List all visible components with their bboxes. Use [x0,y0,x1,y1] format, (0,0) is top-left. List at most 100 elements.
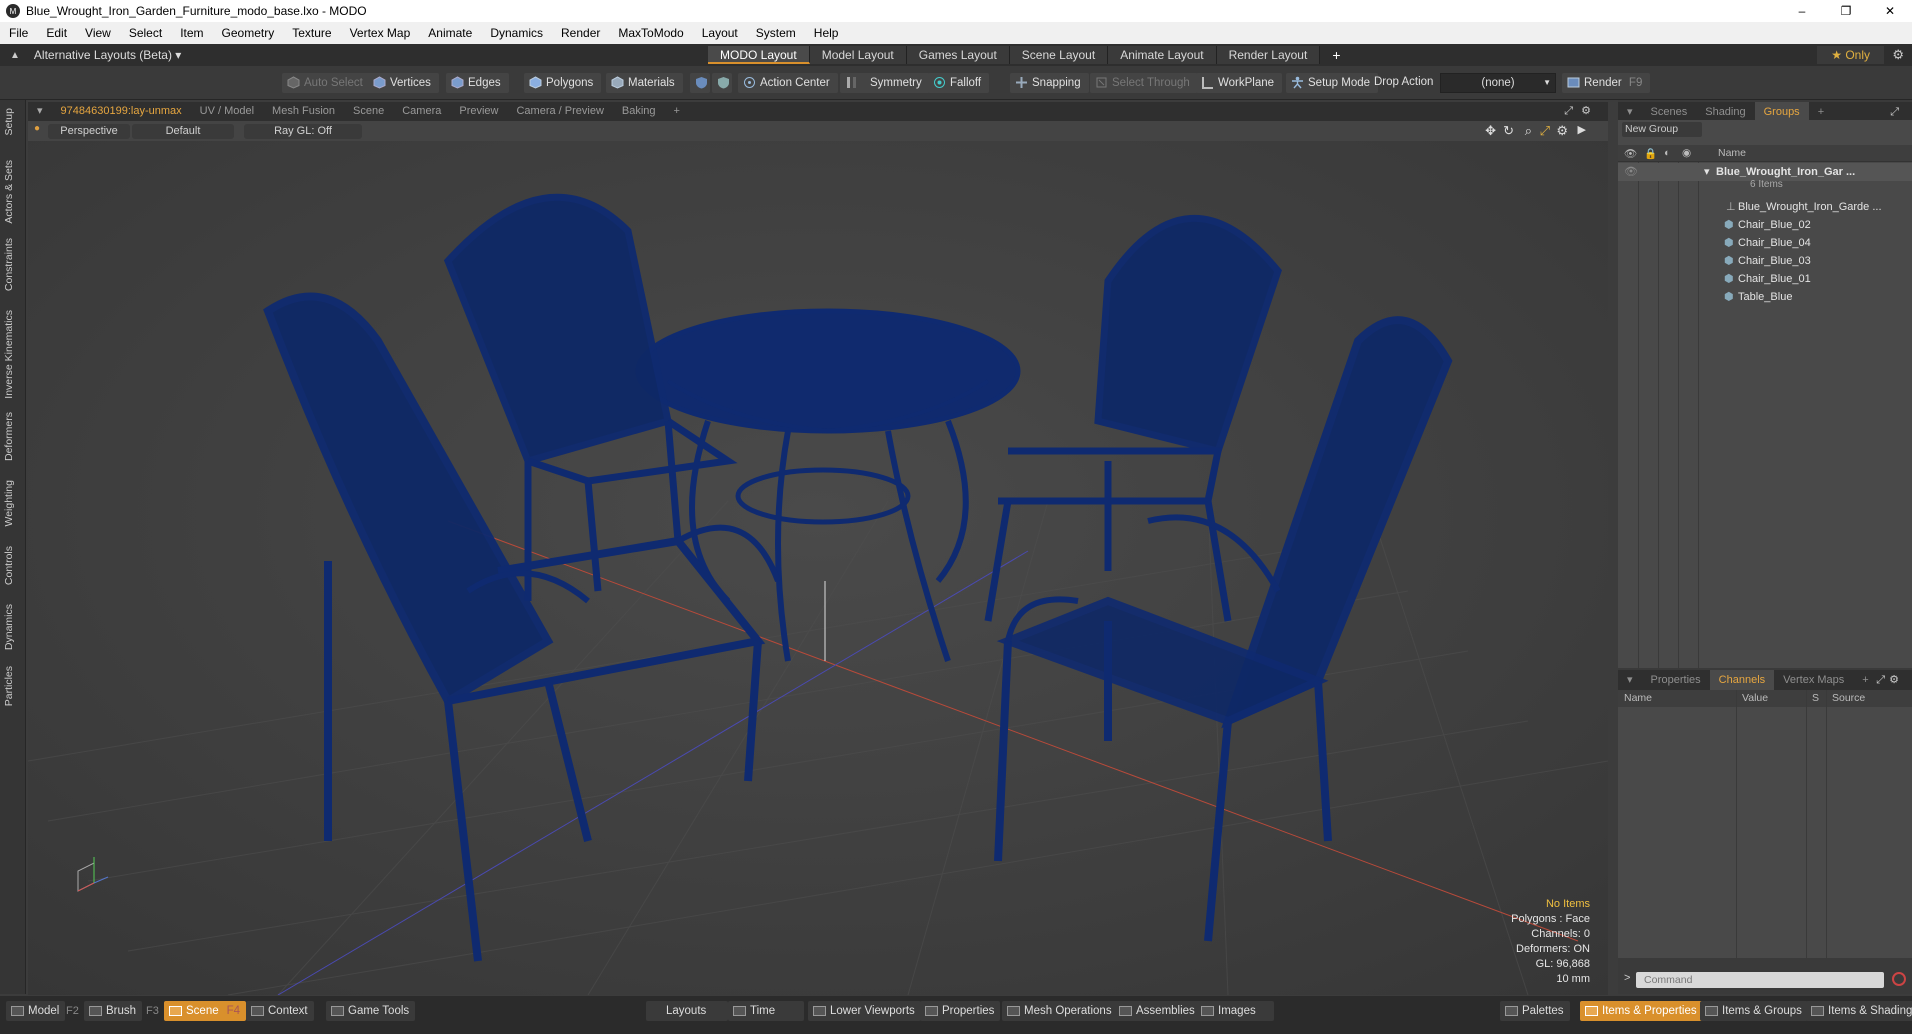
images-button[interactable]: Images [1196,1001,1274,1021]
model-button[interactable]: Model [6,1001,66,1021]
viewport-menu-icon[interactable]: ▾ [28,102,52,121]
panel-gear-icon[interactable]: ⚙ [1880,670,1908,690]
tab-dynamics[interactable]: Dynamics [3,604,15,650]
tab-uv-model[interactable]: UV / Model [191,102,263,121]
channel-s-header[interactable]: S [1812,692,1819,704]
render-col-icon[interactable]: ◉ [1682,147,1691,159]
shading-dropdown[interactable]: Default [132,124,234,139]
menu-vertex-map[interactable]: Vertex Map [341,26,420,40]
tab-lay-unmax[interactable]: 97484630199:lay-unmax [52,102,191,121]
select-through-button[interactable]: Select Through [1090,73,1198,93]
list-item[interactable]: ⊥ Blue_Wrought_Iron_Garde ... [1618,198,1912,216]
add-layout-button[interactable]: + [1320,46,1352,64]
assemblies-button[interactable]: Assemblies [1114,1001,1201,1021]
action-center-button[interactable]: Action Center [738,73,838,93]
list-item[interactable]: ⬢ Table_Blue [1618,288,1912,306]
menu-render[interactable]: Render [552,26,609,40]
minimize-button[interactable]: – [1780,0,1824,22]
rotate-icon[interactable]: ↻ [1503,123,1514,139]
tab-particles[interactable]: Particles [3,666,15,706]
channel-value-header[interactable]: Value [1742,692,1768,704]
tab-games-layout[interactable]: Games Layout [906,46,1010,64]
menu-edit[interactable]: Edit [37,26,76,40]
tab-modo-layout[interactable]: MODO Layout [708,46,810,64]
channel-source-header[interactable]: Source [1832,692,1865,704]
tab-actors-sets[interactable]: Actors & Sets [3,160,15,224]
edges-button[interactable]: Edges [446,73,509,93]
menu-system[interactable]: System [747,26,805,40]
gear-icon[interactable]: ⚙ [1892,47,1904,63]
workplane-button[interactable]: WorkPlane [1196,73,1283,93]
menu-animate[interactable]: Animate [419,26,481,40]
component-mode-button[interactable] [712,73,732,93]
tab-render-layout[interactable]: Render Layout [1216,46,1321,64]
tab-channels[interactable]: Channels [1709,670,1775,690]
add-panel-tab-button[interactable]: + [1809,102,1833,122]
tab-groups[interactable]: Groups [1754,102,1809,122]
tab-preview[interactable]: Preview [450,102,507,121]
tab-scene[interactable]: Scene [344,102,393,121]
select-col-icon[interactable]: ◐ [1664,147,1670,159]
viewport-gear-icon[interactable]: ⚙ [1572,102,1600,121]
tab-scene-layout[interactable]: Scene Layout [1009,46,1109,64]
tab-scenes[interactable]: Scenes [1642,102,1697,122]
play-icon[interactable]: ▶ [1578,123,1586,136]
only-toggle[interactable]: ★ Only [1817,46,1884,64]
auto-select-button[interactable]: Auto Select [282,73,371,93]
menu-file[interactable]: File [0,26,37,40]
scene-render[interactable] [28,121,1608,995]
view-type-dropdown[interactable]: Perspective [48,124,130,139]
snapping-button[interactable]: Snapping [1010,73,1089,93]
channel-name-header[interactable]: Name [1624,692,1652,704]
lock-icon[interactable]: 🔒 [1644,147,1657,160]
tab-animate-layout[interactable]: Animate Layout [1108,46,1217,64]
menu-dynamics[interactable]: Dynamics [481,26,552,40]
collapse-icon[interactable]: ▲ [10,50,20,61]
scene-button[interactable]: Scene F4 [164,1001,247,1021]
list-item[interactable]: ⬢ Chair_Blue_03 [1618,252,1912,270]
zoom-icon[interactable]: ⌕ [1525,123,1532,139]
menu-select[interactable]: Select [120,26,171,40]
tab-controls[interactable]: Controls [3,546,15,585]
game-tools-button[interactable]: Game Tools [326,1001,416,1021]
items-groups-button[interactable]: Items & Groups [1700,1001,1808,1021]
polygons-button[interactable]: Polygons [524,73,602,93]
close-button[interactable]: ✕ [1868,0,1912,22]
tab-constraints[interactable]: Constraints [3,238,15,291]
panel-menu-icon[interactable]: ▾ [1618,102,1642,122]
menu-geometry[interactable]: Geometry [213,26,284,40]
name-column-header[interactable]: Name [1718,147,1746,159]
tab-model-layout[interactable]: Model Layout [809,46,907,64]
menu-layout[interactable]: Layout [693,26,747,40]
tab-baking[interactable]: Baking [613,102,665,121]
viewport-options-icon[interactable]: ⚙ [1556,123,1568,139]
add-tab-button[interactable]: + [665,102,689,121]
menu-help[interactable]: Help [805,26,848,40]
palettes-button[interactable]: Palettes [1500,1001,1570,1021]
panel-menu-icon[interactable]: ▾ [1618,670,1642,690]
items-properties-button[interactable]: Items & Properties [1580,1001,1703,1021]
raygl-toggle[interactable]: Ray GL: Off [244,124,362,139]
eye-icon[interactable]: 👁 [1624,147,1637,160]
new-group-button[interactable]: New Group [1622,122,1702,137]
tab-setup[interactable]: Setup [3,108,15,135]
mesh-operations-button[interactable]: Mesh Operations [1002,1001,1118,1021]
tab-weighting[interactable]: Weighting [3,480,15,527]
tab-camera-preview[interactable]: Camera / Preview [507,102,612,121]
tab-camera[interactable]: Camera [393,102,450,121]
symmetry-button[interactable]: Symmetry [840,73,930,93]
falloff-button[interactable]: Falloff [928,73,990,93]
menu-texture[interactable]: Texture [283,26,340,40]
setup-mode-button[interactable]: Setup Mode [1286,73,1379,93]
menu-maxtomodo[interactable]: MaxToModo [609,26,692,40]
context-button[interactable]: Context [246,1001,314,1021]
lower-viewports-button[interactable]: Lower Viewports [808,1001,921,1021]
render-button[interactable]: Render F9 [1562,73,1651,93]
tab-shading[interactable]: Shading [1696,102,1754,122]
time-button[interactable]: Time [728,1001,804,1021]
alternative-layouts-dropdown[interactable]: Alternative Layouts (Beta) ▾ [34,48,181,62]
restore-button[interactable]: ❐ [1824,0,1868,22]
panel-maximize-icon[interactable]: ⤢ [1881,102,1908,122]
tab-mesh-fusion[interactable]: Mesh Fusion [263,102,344,121]
layouts-button[interactable]: Layouts [646,1001,728,1021]
